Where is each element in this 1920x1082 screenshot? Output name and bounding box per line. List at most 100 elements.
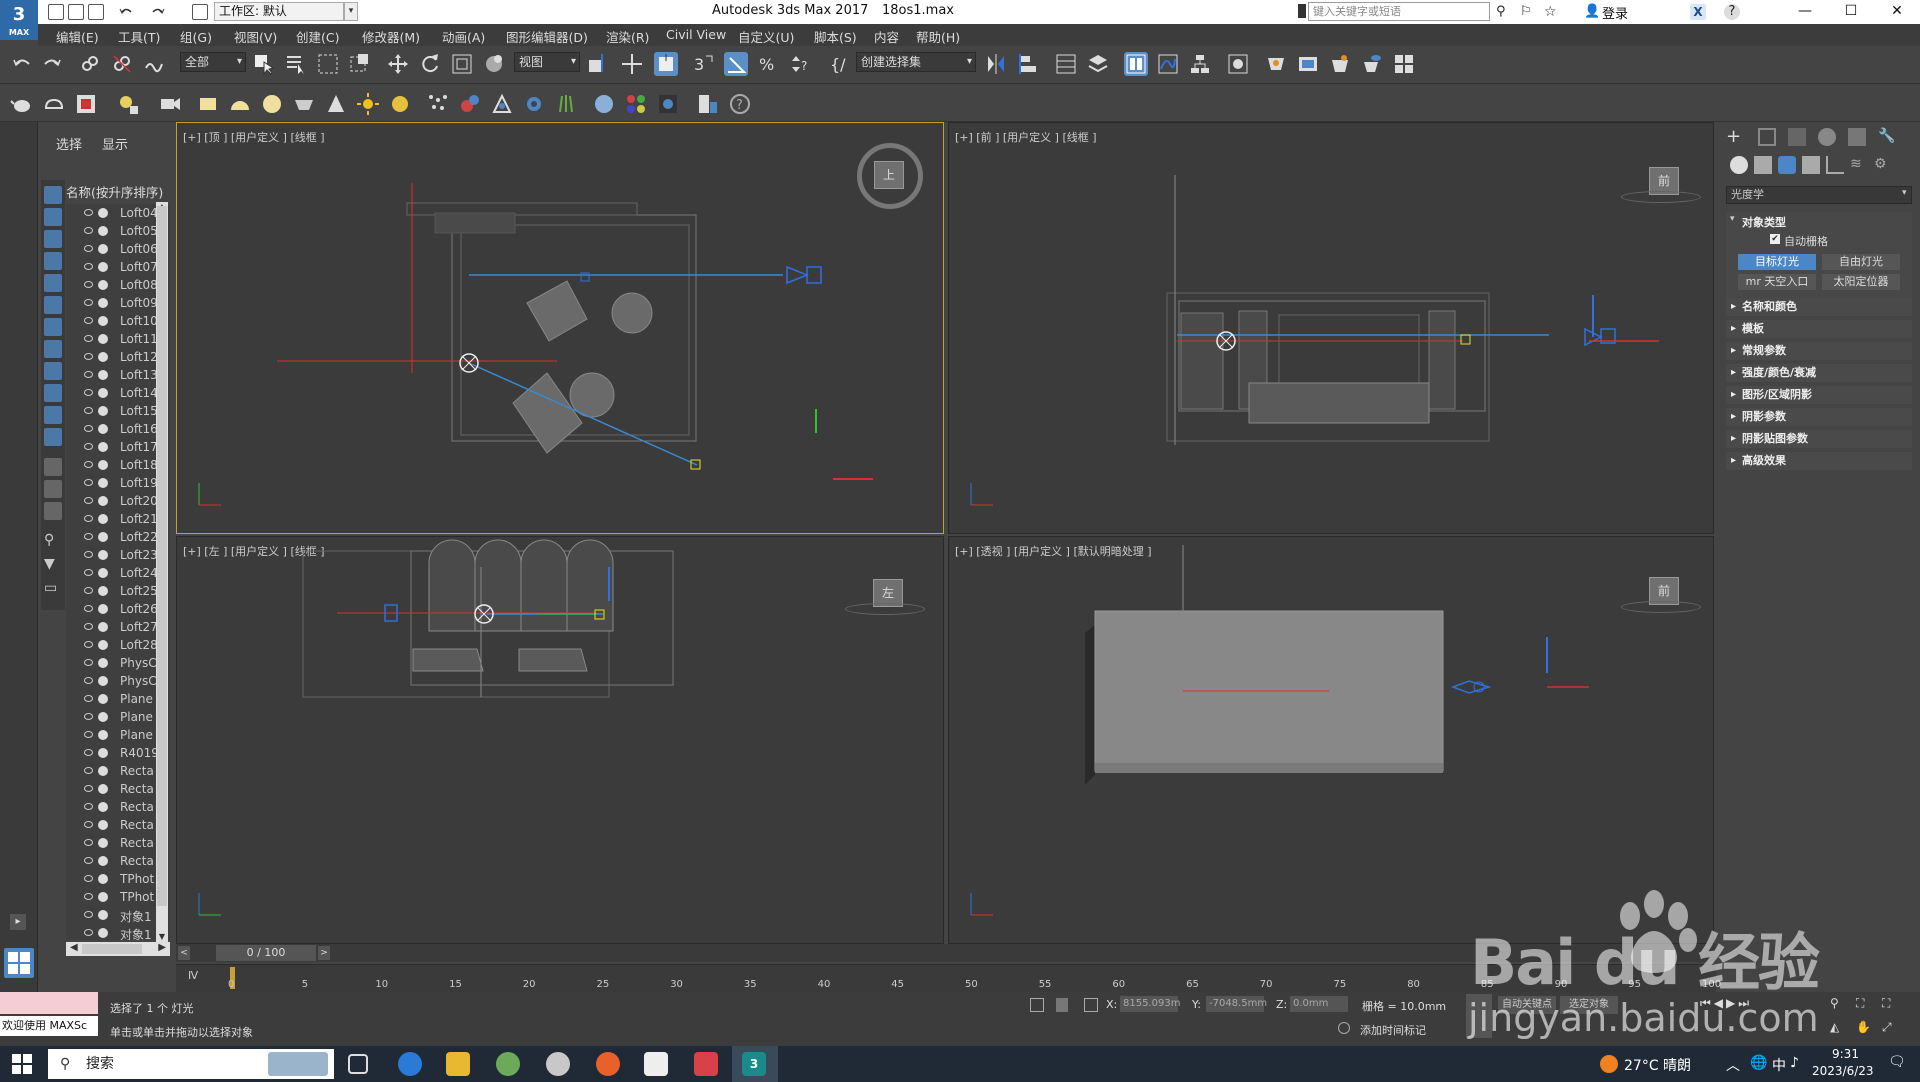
minimize-button[interactable]: — bbox=[1782, 0, 1828, 24]
percent-snap-toggle-icon[interactable]: % bbox=[756, 52, 780, 76]
curve-editor-icon[interactable] bbox=[1156, 52, 1180, 76]
question-help-icon[interactable]: ? bbox=[728, 92, 752, 116]
clock-date[interactable]: 2023/6/23 bbox=[1812, 1064, 1874, 1078]
material-editor-icon[interactable] bbox=[1226, 52, 1250, 76]
display-shapes-icon[interactable] bbox=[44, 208, 62, 226]
select-and-link-icon[interactable] bbox=[78, 52, 102, 76]
cameras-category-icon[interactable] bbox=[1802, 156, 1820, 174]
visibility-eye-icon[interactable] bbox=[84, 893, 93, 900]
shapes-category-icon[interactable] bbox=[1754, 156, 1772, 174]
list-item[interactable]: Loft15 bbox=[66, 402, 170, 420]
rollout-advanced-effects[interactable]: 高级效果 bbox=[1726, 452, 1912, 470]
open-file-icon[interactable] bbox=[68, 4, 84, 20]
display-tab-icon[interactable] bbox=[1848, 128, 1866, 146]
cloud-shape-icon[interactable] bbox=[42, 92, 66, 116]
list-item[interactable]: Loft26 bbox=[66, 600, 170, 618]
app-icon-green[interactable] bbox=[496, 1052, 520, 1076]
visibility-eye-icon[interactable] bbox=[84, 785, 93, 792]
zoom-extents-icon[interactable]: ⛶ bbox=[1856, 996, 1864, 1011]
time-slider-thumb[interactable]: 0 / 100 bbox=[216, 945, 316, 961]
notification-icon[interactable]: 🗨 bbox=[1888, 1054, 1906, 1070]
viewport-layout-icon[interactable] bbox=[4, 948, 34, 978]
scroll-left-icon[interactable]: ◀ bbox=[70, 942, 78, 953]
edit-named-selection-sets-icon[interactable]: {/ bbox=[826, 52, 850, 76]
visibility-eye-icon[interactable] bbox=[84, 929, 93, 936]
firefox-icon[interactable] bbox=[596, 1052, 620, 1076]
display-all-icon[interactable] bbox=[44, 458, 62, 476]
visibility-eye-icon[interactable] bbox=[84, 443, 93, 450]
select-and-rotate-icon[interactable] bbox=[418, 52, 442, 76]
list-item[interactable]: Loft27 bbox=[66, 618, 170, 636]
visibility-eye-icon[interactable] bbox=[84, 605, 93, 612]
list-item[interactable]: R4019 bbox=[66, 744, 170, 762]
display-space-warps-icon[interactable] bbox=[44, 296, 62, 314]
bind-to-space-warp-icon[interactable] bbox=[142, 52, 166, 76]
undo-icon[interactable] bbox=[10, 52, 34, 76]
render-setup-icon[interactable] bbox=[1264, 52, 1288, 76]
list-item[interactable]: Recta bbox=[66, 852, 170, 870]
rollout-collapse-icon[interactable]: ▾ bbox=[1730, 214, 1735, 224]
window-crossing-icon[interactable] bbox=[348, 52, 372, 76]
visibility-eye-icon[interactable] bbox=[84, 803, 93, 810]
visibility-eye-icon[interactable] bbox=[84, 641, 93, 648]
create-tab-icon[interactable]: + bbox=[1726, 128, 1744, 146]
list-item[interactable]: 对象1 bbox=[66, 924, 170, 940]
zoom-icon[interactable]: ⚲ bbox=[1830, 996, 1839, 1010]
scroll-right-icon[interactable]: ▶ bbox=[158, 942, 166, 953]
explorer-column-header[interactable]: 名称(按升序排序) bbox=[66, 182, 163, 201]
field-of-view-icon[interactable]: ◭ bbox=[1830, 1020, 1839, 1034]
helpers-category-icon[interactable] bbox=[1826, 156, 1844, 174]
menu-create[interactable]: 创建(C) bbox=[296, 27, 339, 46]
material-sphere-icon[interactable] bbox=[592, 92, 616, 116]
gear-icon[interactable] bbox=[522, 92, 546, 116]
schematic-view-icon[interactable] bbox=[1188, 52, 1212, 76]
redo-icon[interactable] bbox=[150, 4, 166, 20]
list-item[interactable]: Loft06 bbox=[66, 240, 170, 258]
redo-icon[interactable] bbox=[40, 52, 64, 76]
menu-content[interactable]: 内容 bbox=[874, 27, 899, 46]
visibility-eye-icon[interactable] bbox=[84, 461, 93, 468]
visibility-eye-icon[interactable] bbox=[84, 299, 93, 306]
maximize-viewport-icon[interactable]: ⤢ bbox=[1882, 1020, 1892, 1035]
render-production-icon[interactable] bbox=[1328, 52, 1352, 76]
app-logo[interactable]: 3 MAX bbox=[0, 0, 38, 40]
viewport-front[interactable]: [+] [前 ] [用户定义 ] [线框 ] 前 bbox=[948, 122, 1714, 534]
visibility-eye-icon[interactable] bbox=[84, 767, 93, 774]
menu-civil-view[interactable]: Civil View bbox=[666, 27, 726, 42]
3dsmax-taskbar-icon[interactable]: 3 bbox=[742, 1052, 766, 1076]
menu-help[interactable]: 帮助(H) bbox=[916, 27, 960, 46]
visibility-eye-icon[interactable] bbox=[84, 335, 93, 342]
modify-tab-icon[interactable] bbox=[1758, 128, 1776, 146]
isolate-selection-icon[interactable] bbox=[1030, 998, 1044, 1012]
slate-material-icon[interactable] bbox=[656, 92, 680, 116]
render-in-cloud-icon[interactable] bbox=[1360, 52, 1384, 76]
list-item[interactable]: Loft05 bbox=[66, 222, 170, 240]
visibility-eye-icon[interactable] bbox=[84, 713, 93, 720]
rectangular-selection-icon[interactable] bbox=[316, 52, 340, 76]
keyboard-shortcut-override-icon[interactable] bbox=[654, 52, 678, 76]
visibility-eye-icon[interactable] bbox=[84, 911, 93, 918]
edge-browser-icon[interactable] bbox=[398, 1052, 422, 1076]
visibility-eye-icon[interactable] bbox=[84, 353, 93, 360]
list-item[interactable]: Loft16 bbox=[66, 420, 170, 438]
list-item[interactable]: Loft12 bbox=[66, 348, 170, 366]
list-item[interactable]: Plane bbox=[66, 690, 170, 708]
list-item[interactable]: Loft04 bbox=[66, 204, 170, 222]
align-icon[interactable] bbox=[1016, 52, 1040, 76]
find-icon[interactable]: ⚲ bbox=[44, 532, 62, 550]
favorites-star-icon[interactable]: ☆ bbox=[1544, 4, 1560, 20]
material-palette-icon[interactable] bbox=[624, 92, 648, 116]
space-warps-category-icon[interactable]: ≋ bbox=[1850, 156, 1868, 174]
display-helpers-icon[interactable] bbox=[44, 274, 62, 292]
bone-tools-icon[interactable] bbox=[490, 92, 514, 116]
visibility-eye-icon[interactable] bbox=[84, 281, 93, 288]
time-next-icon[interactable]: > bbox=[318, 946, 330, 960]
user-icon[interactable]: 👤 bbox=[1584, 4, 1600, 20]
list-item[interactable]: Loft21 bbox=[66, 510, 170, 528]
unlink-selection-icon[interactable] bbox=[110, 52, 134, 76]
input-method[interactable]: 中 bbox=[1772, 1055, 1786, 1075]
visibility-eye-icon[interactable] bbox=[84, 695, 93, 702]
display-hidden-icon[interactable] bbox=[44, 428, 62, 446]
display-xrefs-icon[interactable] bbox=[44, 340, 62, 358]
list-item[interactable]: Loft22 bbox=[66, 528, 170, 546]
